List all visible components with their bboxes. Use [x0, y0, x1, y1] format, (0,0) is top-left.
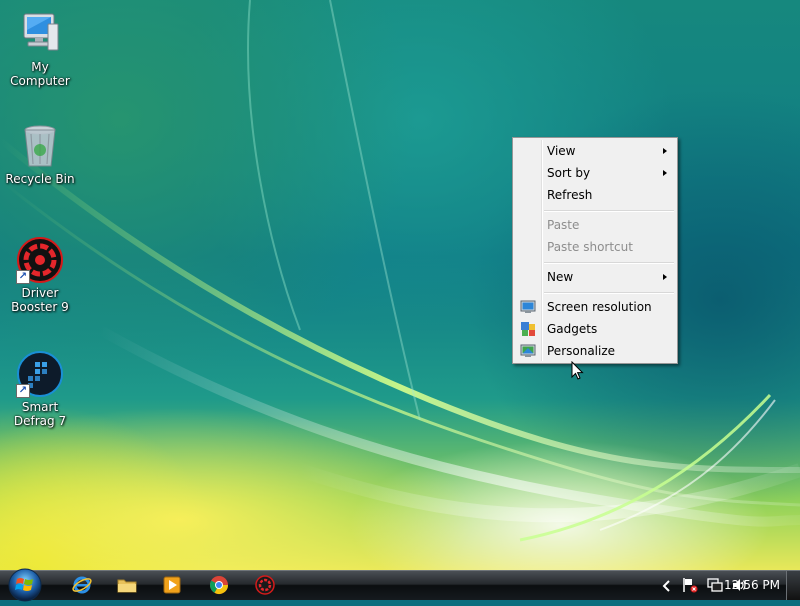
driver-booster-icon: ↗	[16, 236, 64, 284]
network-icon[interactable]	[707, 577, 723, 593]
menu-item-label: New	[547, 270, 574, 284]
recycle-bin-icon	[16, 122, 64, 170]
desktop-icon-label: My Computer	[10, 60, 70, 88]
desktop-icon-smart-defrag[interactable]: ↗ Smart Defrag 7	[0, 350, 80, 428]
wallpaper	[0, 0, 800, 542]
menu-separator	[544, 262, 674, 264]
menu-item-paste: Paste	[515, 214, 675, 236]
menu-item-label: Paste	[547, 218, 580, 232]
desktop-icon-label: Recycle Bin	[5, 172, 75, 186]
desktop-icon-label: Driver Booster 9	[11, 286, 69, 314]
menu-item-label: View	[547, 144, 576, 158]
submenu-arrow-icon	[663, 148, 667, 154]
mouse-cursor-icon	[571, 361, 584, 380]
shortcut-arrow-icon: ↗	[16, 270, 30, 284]
taskbar-media-player[interactable]	[161, 574, 183, 596]
menu-item-label: Refresh	[547, 188, 593, 202]
start-button[interactable]	[5, 567, 45, 603]
computer-icon	[16, 10, 64, 58]
action-center-flag-icon[interactable]	[682, 577, 698, 593]
driver-booster-icon	[255, 575, 275, 595]
desktop-icon-label: Smart Defrag 7	[13, 400, 67, 428]
desktop-icon-recycle-bin[interactable]: Recycle Bin	[0, 122, 80, 186]
chrome-icon	[209, 576, 228, 595]
desktop[interactable]: My Computer Recycle Bin ↗ Driver Booster…	[0, 0, 800, 570]
windows-orb-icon	[8, 568, 42, 602]
menu-item-view[interactable]: View	[515, 140, 675, 162]
shortcut-arrow-icon: ↗	[16, 384, 30, 398]
desktop-icon-my-computer[interactable]: My Computer	[0, 10, 80, 88]
menu-item-label: Paste shortcut	[547, 240, 633, 254]
menu-item-screen-resolution[interactable]: Screen resolution	[515, 296, 675, 318]
taskbar-clock[interactable]: 12:56 PM	[724, 571, 780, 600]
smart-defrag-icon: ↗	[16, 350, 64, 398]
submenu-arrow-icon	[663, 170, 667, 176]
personalize-icon	[520, 343, 536, 359]
menu-item-refresh[interactable]: Refresh	[515, 184, 675, 206]
menu-item-label: Gadgets	[547, 322, 598, 336]
taskbar-driver-booster[interactable]	[254, 574, 276, 596]
media-player-icon	[163, 576, 181, 594]
gadgets-icon	[520, 321, 536, 337]
taskbar-internet-explorer[interactable]	[71, 574, 93, 596]
internet-explorer-icon	[72, 576, 92, 594]
menu-item-gadgets[interactable]: Gadgets	[515, 318, 675, 340]
menu-item-sort-by[interactable]: Sort by	[515, 162, 675, 184]
submenu-arrow-icon	[663, 274, 667, 280]
monitor-icon	[520, 299, 536, 315]
show-desktop-button[interactable]	[786, 571, 800, 600]
desktop-icon-driver-booster[interactable]: ↗ Driver Booster 9	[0, 236, 80, 314]
menu-separator	[544, 292, 674, 294]
desktop-context-menu: View Sort by Refresh Paste Paste shortcu…	[512, 137, 678, 364]
menu-item-label: Personalize	[547, 344, 616, 358]
taskbar: 12:56 PM	[0, 567, 800, 603]
taskbar-file-explorer[interactable]	[116, 574, 138, 596]
menu-separator	[544, 210, 674, 212]
menu-item-paste-shortcut: Paste shortcut	[515, 236, 675, 258]
menu-item-personalize[interactable]: Personalize	[515, 340, 675, 362]
menu-item-new[interactable]: New	[515, 266, 675, 288]
menu-item-label: Screen resolution	[547, 300, 652, 314]
taskbar-chrome[interactable]	[208, 574, 230, 596]
chevron-left-icon[interactable]	[662, 580, 672, 592]
file-explorer-icon	[117, 579, 137, 593]
menu-item-label: Sort by	[547, 166, 591, 180]
